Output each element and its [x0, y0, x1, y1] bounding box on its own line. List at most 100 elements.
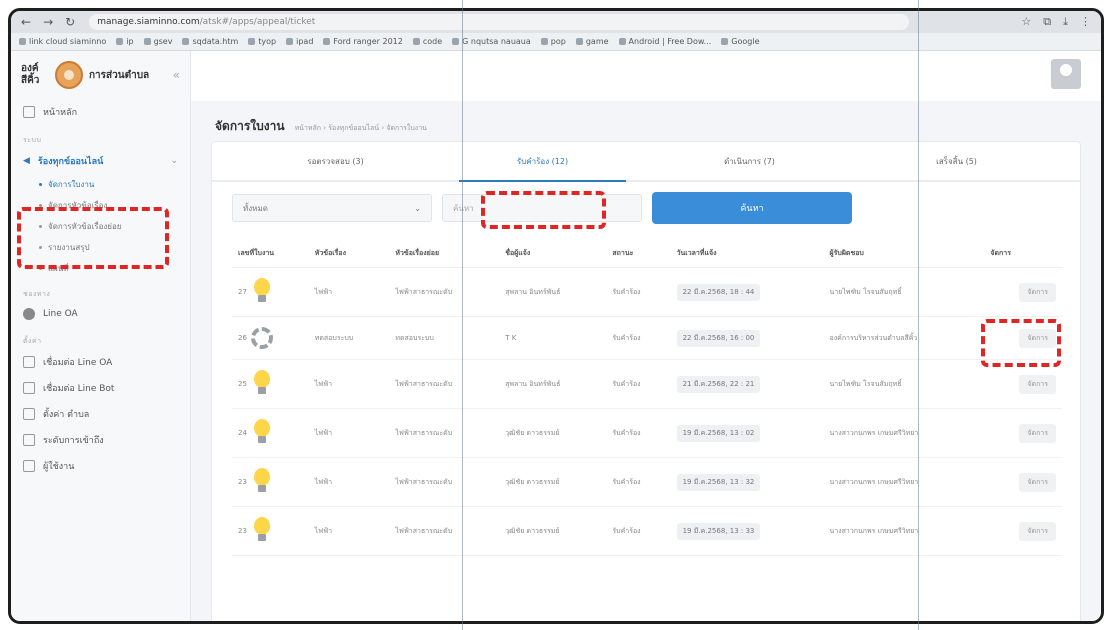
ticket-table: เลขที่ใบงาน หัวข้อเรื่อง หัวข้อเรื่องย่อยช…	[232, 240, 1062, 556]
section-label: ระบบ	[23, 136, 42, 144]
table-row[interactable]: 23 ไฟฟ้า ไฟฟ้าสาธารณะดับ วุฒิชัย ดาวธรรมย์ร…	[232, 506, 1062, 556]
tab-completed[interactable]: เสร็จสิ้น (5)	[853, 142, 1060, 180]
status-cell: รับคำร้อง	[606, 359, 671, 409]
bookmark-item[interactable]: pop	[540, 37, 566, 46]
ticket-number-wrap: 25	[238, 370, 303, 398]
bookmark-item[interactable]: link cloud siaminno	[19, 37, 106, 46]
sidebar-settings-item[interactable]: เชื่อมต่อ Line OA	[11, 349, 190, 375]
manage-button[interactable]: จัดการ	[1019, 423, 1056, 443]
bookmark-label: game	[585, 37, 609, 46]
sidebar-item-label: ร้องทุกข์ออนไลน์	[37, 157, 104, 167]
bookmark-item[interactable]: ipad	[286, 37, 313, 46]
bulb-base	[257, 436, 266, 443]
tab-pending[interactable]: รอตรวจสอบ (3)	[232, 142, 439, 180]
bulb-base	[257, 534, 266, 541]
bookmark-item[interactable]: Android | Free Dow...	[618, 37, 711, 46]
search-placeholder: ค้นหา	[453, 203, 474, 213]
select-value: ทั้งหมด	[243, 203, 268, 213]
megaphone-icon: ◀	[23, 156, 30, 166]
back-icon[interactable]: ←	[21, 15, 31, 29]
section-label: ช่องทาง	[23, 290, 51, 298]
bookmark-label: gsev	[153, 37, 173, 46]
bulb-glass	[253, 278, 270, 296]
star-icon[interactable]: ☆	[1021, 15, 1031, 29]
column-header: หัวข้อเรื่อง	[308, 240, 390, 268]
column-header: ชื่อผู้แจ้ง	[499, 240, 607, 268]
ticket-number-cell: 23	[232, 457, 309, 507]
browser-window: ← → ↻ manage.siaminno.com /atsk#/apps/ap…	[8, 8, 1104, 624]
bookmark-item[interactable]: gsev	[143, 37, 173, 46]
sidebar-settings-item[interactable]: ระดับการเข้าถึง	[11, 427, 190, 453]
brand: องค์ สีคิ้ว การส่วนตำบล «	[11, 51, 190, 99]
avatar[interactable]	[1051, 59, 1081, 89]
subtopic-cell: ไฟฟ้าสาธารณะดับ	[389, 408, 500, 458]
sidebar-subitem-label: จัดการใบงาน	[48, 180, 95, 189]
manage-button[interactable]: จัดการ	[1019, 472, 1056, 492]
time-cell: 22 มี.ค.2568, 18 : 44	[670, 267, 824, 317]
screenshot-page: ← → ↻ manage.siaminno.com /atsk#/apps/ap…	[0, 0, 1111, 630]
time-badge: 22 มี.ค.2568, 16 : 00	[676, 329, 761, 347]
sidebar-item-complaints[interactable]: ◀ ร้องทุกข์ออนไลน์ ⌄	[11, 148, 190, 174]
sidebar-item-home[interactable]: หน้าหลัก	[11, 99, 190, 125]
bookmark-item[interactable]: ip	[116, 37, 134, 46]
owner-cell: นางสาวกนกพร เกษมศรีวิทยา	[823, 408, 985, 458]
topic-cell: ไฟฟ้า	[308, 267, 390, 317]
sidebar-item-line-oa[interactable]: Line OA	[11, 302, 190, 326]
ticket-number: 27	[238, 288, 247, 296]
time-cell: 19 มี.ค.2568, 13 : 32	[670, 457, 824, 507]
forward-icon[interactable]: →	[43, 15, 53, 29]
bookmark-item[interactable]: sqdata.htm	[182, 37, 238, 46]
tab-in-progress[interactable]: ดำเนินการ (7)	[646, 142, 853, 180]
bookmark-label: tyop	[258, 37, 277, 46]
bulb-glass	[253, 517, 270, 535]
browser-actions: ☆ ⧉ ⤓ ⋮	[1021, 15, 1101, 29]
table-row[interactable]: 23 ไฟฟ้า ไฟฟ้าสาธารณะดับ วุฒิชัย ดาวธรรมย์ร…	[232, 457, 1062, 507]
bookmark-item[interactable]: Ford ranger 2012	[323, 37, 403, 46]
menu-icon[interactable]: ⋮	[1080, 15, 1091, 29]
ticket-number-wrap: 23	[238, 517, 303, 545]
folder-icon	[286, 38, 294, 45]
address-bar[interactable]: manage.siaminno.com /atsk#/apps/appeal/t…	[89, 14, 910, 30]
settings-icon	[23, 408, 35, 420]
download-icon[interactable]: ⤓	[1063, 15, 1068, 29]
table-row[interactable]: 27 ไฟฟ้า ไฟฟ้าสาธารณะดับ สุพลาน อินทร์พันธ์…	[232, 267, 1062, 317]
reload-icon[interactable]: ↻	[65, 15, 75, 29]
bookmark-item[interactable]: game	[575, 37, 609, 46]
ticket-number-cell: 23	[232, 506, 309, 556]
bookmark-item[interactable]: code	[412, 37, 442, 46]
search-button[interactable]: ค้นหา	[652, 192, 852, 224]
bookmark-item[interactable]: Google	[721, 37, 760, 46]
manage-button[interactable]: จัดการ	[1019, 521, 1056, 541]
tab-received[interactable]: รับคำร้อง (12)	[439, 142, 646, 182]
ticket-number-cell: 26	[232, 316, 309, 360]
sidebar-subitem[interactable]: จัดการใบงาน	[11, 174, 190, 195]
folder-icon	[116, 38, 124, 45]
extensions-icon[interactable]: ⧉	[1043, 15, 1051, 29]
owner-cell: องค์การบริหารส่วนตำบลสีคิ้ว	[823, 316, 985, 360]
sidebar-settings-item[interactable]: ตั้งค่า ตำบล	[11, 401, 190, 427]
category-select[interactable]: ทั้งหมด ⌄	[232, 194, 432, 222]
sidebar-item-label: ตั้งค่า ตำบล	[43, 410, 90, 420]
bookmark-item[interactable]: tyop	[248, 37, 276, 46]
gear-icon	[250, 327, 273, 349]
table-row[interactable]: 24 ไฟฟ้า ไฟฟ้าสาธารณะดับ วุฒิชัย ดาวธรรมย์ร…	[232, 408, 1062, 458]
reporter-cell: วุฒิชัย ดาวธรรมย์	[499, 457, 607, 507]
browser-toolbar: ← → ↻ manage.siaminno.com /atsk#/apps/ap…	[11, 11, 1101, 33]
folder-icon	[182, 38, 190, 45]
manage-button[interactable]: จัดการ	[1019, 282, 1056, 302]
status-cell: รับคำร้อง	[606, 408, 671, 458]
status-cell: รับคำร้อง	[606, 267, 671, 317]
status-cell: รับคำร้อง	[606, 506, 671, 556]
table-row[interactable]: 25 ไฟฟ้า ไฟฟ้าสาธารณะดับ สุพลาน อินทร์พันธ์…	[232, 359, 1062, 409]
collapse-icon[interactable]: «	[173, 68, 180, 82]
manage-button[interactable]: จัดการ	[1019, 374, 1056, 394]
column-header: ผู้รับผิดชอบ	[823, 240, 985, 268]
sidebar-settings-item[interactable]: ผู้ใช้งาน	[11, 453, 190, 479]
bookmark-label: ip	[126, 37, 134, 46]
sidebar-settings-item[interactable]: เชื่อมต่อ Line Bot	[11, 375, 190, 401]
bookmark-item[interactable]: G nqutsa nauaua	[452, 37, 531, 46]
status-cell: รับคำร้อง	[606, 457, 671, 507]
settings-icon	[23, 382, 35, 394]
table-row[interactable]: 26 ทดสอบระบบ ทดสอบระบบ T K รับคำร้อง 22 มี.ค.…	[232, 316, 1062, 360]
logo-icon	[55, 61, 83, 89]
